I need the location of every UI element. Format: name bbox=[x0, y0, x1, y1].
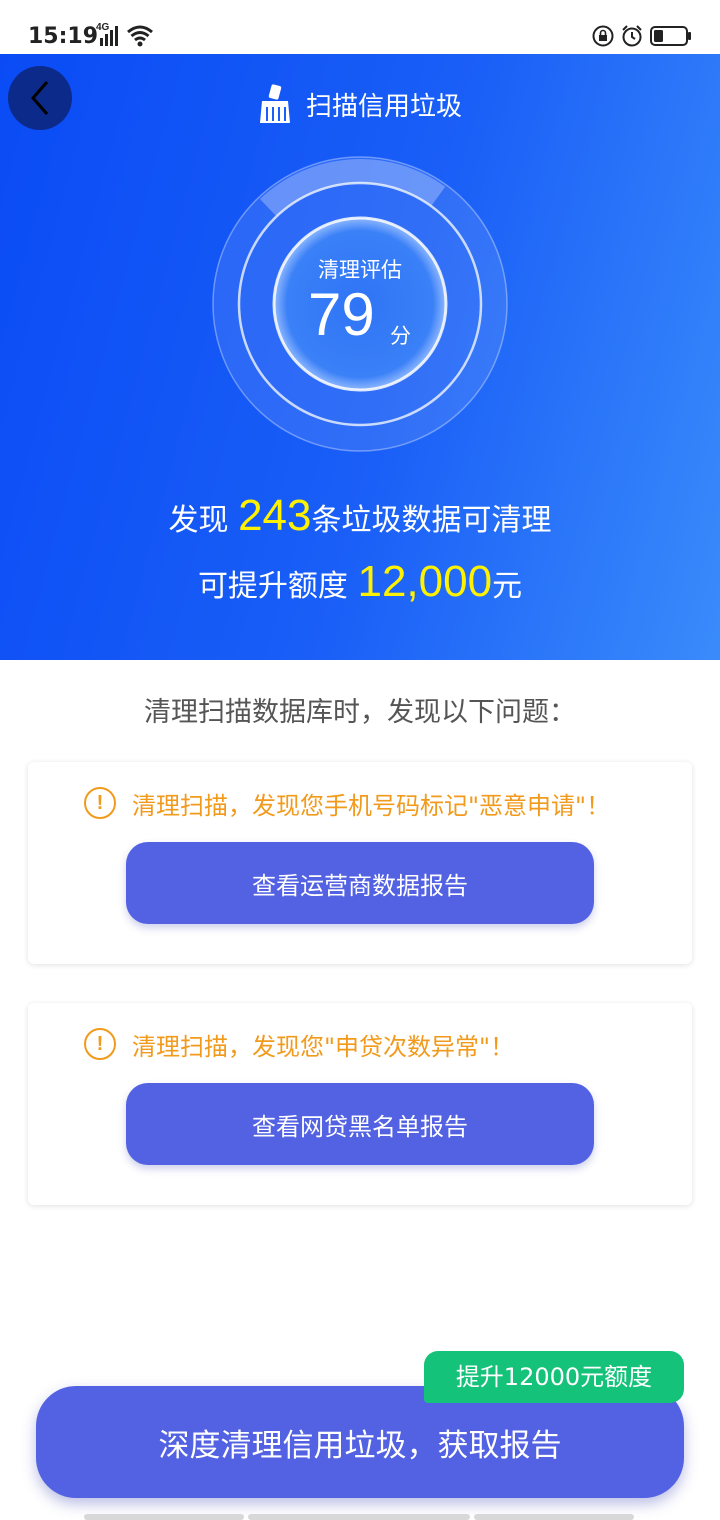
warning-icon: ! bbox=[84, 1028, 116, 1060]
app-screen: 15:19 4G 扫描信用垃圾 清理评估 79 分 发现 243条垃圾数据可清理… bbox=[0, 0, 720, 1520]
page-title: 扫描信用垃圾 bbox=[305, 91, 462, 122]
warning-row: ! 清理扫描，发现您手机号码标记"恶意申请"！ bbox=[84, 784, 610, 822]
carrier-report-button[interactable]: 查看运营商数据报告 bbox=[126, 842, 594, 924]
clean-score-gauge: 清理评估 79 分 bbox=[212, 156, 508, 452]
warning-text: 清理扫描，发现您手机号码标记"恶意申请"！ bbox=[132, 791, 611, 820]
gauge-score: 79 bbox=[308, 281, 375, 348]
battery-icon bbox=[650, 26, 691, 46]
quota-amount: 12,000 bbox=[357, 557, 493, 606]
nav-bar-segment bbox=[248, 1514, 470, 1520]
found-count: 243 bbox=[238, 491, 312, 540]
found-suffix: 条垃圾数据可清理 bbox=[311, 503, 552, 538]
warning-row: ! 清理扫描，发现您"申贷次数异常"！ bbox=[84, 1025, 514, 1063]
quota-badge: 提升12000元额度 bbox=[424, 1351, 684, 1403]
broom-icon bbox=[259, 84, 290, 123]
status-network: 4G bbox=[96, 22, 156, 48]
page-header: 扫描信用垃圾 bbox=[0, 82, 720, 126]
nav-bar-segment bbox=[474, 1514, 634, 1520]
status-bar: 15:19 4G bbox=[0, 0, 720, 54]
warning-icon: ! bbox=[84, 787, 116, 819]
alarm-icon bbox=[622, 25, 642, 47]
wifi-icon bbox=[127, 25, 153, 42]
scan-hero: 扫描信用垃圾 清理评估 79 分 发现 243条垃圾数据可清理 可提升额度 12… bbox=[0, 54, 720, 660]
warning-text: 清理扫描，发现您"申贷次数异常"！ bbox=[132, 1032, 515, 1061]
problems-heading: 清理扫描数据库时，发现以下问题： bbox=[144, 697, 576, 728]
signal-icon bbox=[100, 25, 153, 47]
problem-card: ! 清理扫描，发现您手机号码标记"恶意申请"！ 查看运营商数据报告 bbox=[28, 762, 692, 964]
found-prefix: 发现 bbox=[168, 503, 229, 538]
gauge-unit: 分 bbox=[390, 324, 411, 348]
problem-card: ! 清理扫描，发现您"申贷次数异常"！ 查看网贷黑名单报告 bbox=[28, 1003, 692, 1205]
lock-icon bbox=[592, 25, 614, 47]
found-junk-line: 发现 243条垃圾数据可清理 bbox=[0, 486, 720, 551]
blacklist-report-button[interactable]: 查看网贷黑名单报告 bbox=[126, 1083, 594, 1165]
quota-prefix: 可提升额度 bbox=[197, 569, 348, 604]
quota-suffix: 元 bbox=[492, 569, 523, 604]
quota-line: 可提升额度 12,000元 bbox=[0, 552, 720, 617]
nav-bar-segment bbox=[84, 1514, 244, 1520]
status-right-icons bbox=[592, 22, 692, 50]
status-time: 15:19 bbox=[28, 24, 99, 49]
